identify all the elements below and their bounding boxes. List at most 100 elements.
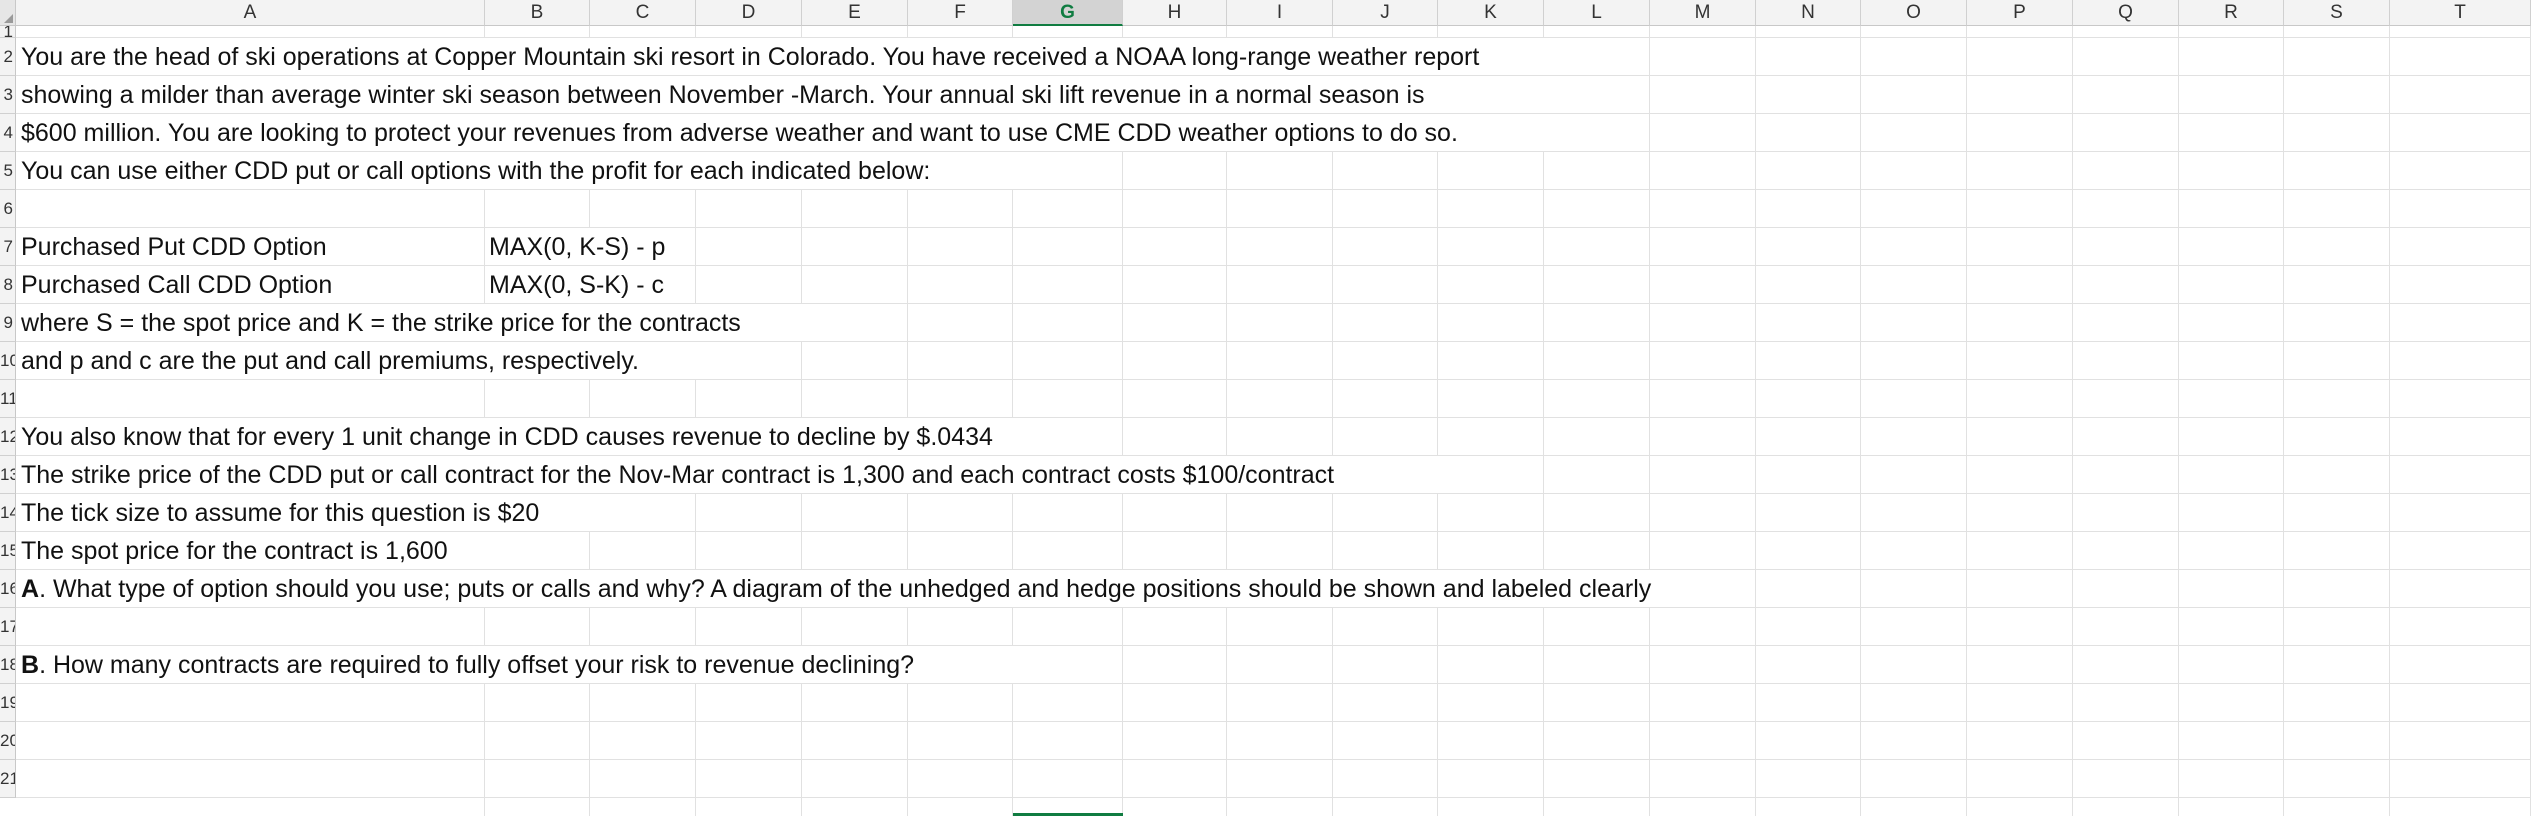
row-header-4[interactable]: 4 [0, 114, 16, 152]
column-header-a[interactable]: A [16, 0, 485, 26]
cell-a7-text: Purchased Put CDD Option [21, 233, 327, 261]
cell-b8[interactable]: MAX(0, S-K) - c [489, 266, 664, 304]
cell-a13[interactable]: The strike price of the CDD put or call … [21, 456, 1334, 494]
cell-a8[interactable]: Purchased Call CDD Option [21, 266, 332, 304]
cell-a3[interactable]: showing a milder than average winter ski… [21, 76, 1425, 114]
column-header-f[interactable]: F [908, 0, 1013, 26]
column-header-k[interactable]: K [1438, 0, 1544, 26]
grid-line-vertical [1649, 26, 1650, 816]
cell-a10-text: and p and c are the put and call premium… [21, 347, 639, 375]
column-header-n[interactable]: N [1756, 0, 1861, 26]
cell-a3-text: showing a milder than average winter ski… [21, 81, 1425, 109]
row-number: 14 [0, 503, 15, 522]
column-header-h[interactable]: H [1123, 0, 1227, 26]
question-label: A [21, 575, 40, 603]
row-number: 6 [3, 199, 13, 218]
column-header-e[interactable]: E [802, 0, 908, 26]
cell-a18[interactable]: B. How many contracts are required to fu… [21, 646, 914, 684]
row-header-13[interactable]: 13 [0, 456, 16, 494]
column-header-s[interactable]: S [2284, 0, 2390, 26]
cell-a16[interactable]: A. What type of option should you use; p… [21, 570, 1651, 608]
cell-a4-text: $600 million. You are looking to protect… [21, 119, 1458, 147]
row-number: 20 [0, 731, 15, 750]
row-header-18[interactable]: 18 [0, 646, 16, 684]
column-header-r[interactable]: R [2179, 0, 2284, 26]
select-all-triangle-icon [4, 14, 13, 23]
select-all-corner[interactable] [0, 0, 16, 26]
row-header-16[interactable]: 16 [0, 570, 16, 608]
grid-line-vertical [2072, 26, 2073, 816]
row-number: 21 [0, 769, 15, 788]
cell-a10[interactable]: and p and c are the put and call premium… [21, 342, 639, 380]
row-header-20[interactable]: 20 [0, 722, 16, 760]
row-number: 16 [0, 579, 15, 598]
grid-line-horizontal [16, 797, 2531, 798]
grid-line-vertical [2283, 26, 2284, 816]
grid-line-vertical [2389, 26, 2390, 816]
column-header-o[interactable]: O [1861, 0, 1967, 26]
row-number: 7 [3, 237, 13, 256]
row-header-2[interactable]: 2 [0, 38, 16, 76]
row-header-14[interactable]: 14 [0, 494, 16, 532]
cell-b7[interactable]: MAX(0, K-S) - p [489, 228, 665, 266]
row-header-17[interactable]: 17 [0, 608, 16, 646]
row-header-1[interactable]: 1 [0, 26, 16, 38]
row-header-10[interactable]: 10 [0, 342, 16, 380]
cell-a18-text: . How many contracts are required to ful… [39, 651, 915, 679]
grid-line-horizontal [16, 227, 2531, 228]
row-number: 1 [3, 26, 13, 38]
cell-a5[interactable]: You can use either CDD put or call optio… [21, 152, 930, 190]
grid-line-vertical [1755, 26, 1756, 816]
cell-a12-text: You also know that for every 1 unit chan… [21, 423, 993, 451]
row-header-5[interactable]: 5 [0, 152, 16, 190]
row-number: 4 [3, 123, 13, 142]
column-header-l[interactable]: L [1544, 0, 1650, 26]
column-header-d[interactable]: D [696, 0, 802, 26]
row-header-9[interactable]: 9 [0, 304, 16, 342]
cell-a14[interactable]: The tick size to assume for this questio… [21, 494, 539, 532]
row-number: 13 [0, 465, 15, 484]
grid-line-horizontal [16, 721, 2531, 722]
row-header-3[interactable]: 3 [0, 76, 16, 114]
question-label: B [21, 651, 40, 679]
column-header-p[interactable]: P [1967, 0, 2073, 26]
row-number: 12 [0, 427, 15, 446]
column-header-g[interactable]: G [1013, 0, 1123, 26]
row-header-7[interactable]: 7 [0, 228, 16, 266]
row-number: 11 [0, 389, 16, 408]
row-number: 3 [3, 85, 13, 104]
cell-a15[interactable]: The spot price for the contract is 1,600 [21, 532, 448, 570]
cell-a9[interactable]: where S = the spot price and K = the str… [21, 304, 741, 342]
spreadsheet-grid[interactable]: ABCDEFGHIJKLMNOPQRST 1234567891011121314… [0, 0, 2531, 816]
row-header-6[interactable]: 6 [0, 190, 16, 228]
row-header-12[interactable]: 12 [0, 418, 16, 456]
row-header-8[interactable]: 8 [0, 266, 16, 304]
grid-line-vertical [2178, 26, 2179, 816]
column-header-i[interactable]: I [1227, 0, 1333, 26]
row-number: 10 [0, 351, 15, 370]
cell-a13-text: The strike price of the CDD put or call … [21, 461, 1335, 489]
row-header-19[interactable]: 19 [0, 684, 16, 722]
row-number: 15 [0, 541, 15, 560]
cell-a7[interactable]: Purchased Put CDD Option [21, 228, 327, 266]
cell-a9-text: where S = the spot price and K = the str… [21, 309, 741, 337]
cell-a12[interactable]: You also know that for every 1 unit chan… [21, 418, 993, 456]
cell-a8-text: Purchased Call CDD Option [21, 271, 333, 299]
row-header-15[interactable]: 15 [0, 532, 16, 570]
cell-a5-text: You can use either CDD put or call optio… [21, 157, 931, 185]
row-number: 2 [3, 47, 13, 66]
column-header-q[interactable]: Q [2073, 0, 2179, 26]
column-header-c[interactable]: C [590, 0, 696, 26]
row-number: 5 [3, 161, 13, 180]
row-header-11[interactable]: 11 [0, 380, 16, 418]
row-number: 8 [3, 275, 13, 294]
cell-a4[interactable]: $600 million. You are looking to protect… [21, 114, 1458, 152]
cell-a2-text: You are the head of ski operations at Co… [21, 43, 1480, 71]
column-header-b[interactable]: B [485, 0, 590, 26]
row-header-21[interactable]: 21 [0, 760, 16, 798]
column-header-j[interactable]: J [1333, 0, 1438, 26]
column-header-t[interactable]: T [2390, 0, 2531, 26]
column-header-m[interactable]: M [1650, 0, 1756, 26]
cell-a2[interactable]: You are the head of ski operations at Co… [21, 38, 1479, 76]
row-number: 9 [3, 313, 13, 332]
